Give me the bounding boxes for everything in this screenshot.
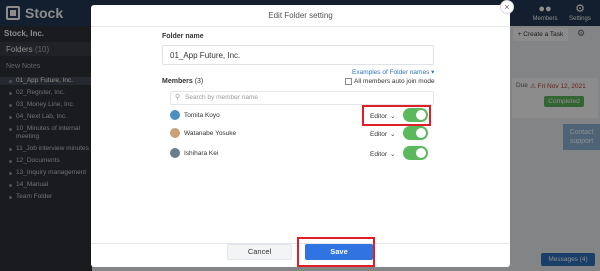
caret-down-icon: ▾	[431, 69, 435, 76]
member-toggle[interactable]	[403, 146, 428, 160]
cancel-button[interactable]: Cancel	[227, 244, 292, 260]
folder-name-label: Folder name	[162, 33, 204, 40]
member-row: Watanabe Yosuke Editor ⌄	[170, 126, 434, 144]
toggle-knob	[416, 148, 426, 158]
avatar	[170, 148, 180, 158]
edit-folder-modal: Edit Folder setting Folder name Examples…	[91, 5, 510, 267]
auto-join-label: All members auto join mode	[354, 78, 435, 85]
member-toggle[interactable]	[403, 126, 428, 140]
avatar	[170, 110, 180, 120]
member-name: Ishihara Kei	[184, 150, 219, 157]
examples-link[interactable]: Examples of Folder names ▾	[352, 68, 434, 76]
member-name: Tomita Koyo	[184, 112, 220, 119]
member-row: Ishihara Kei Editor ⌄	[170, 146, 434, 164]
highlight-box-role-toggle	[362, 105, 431, 126]
chevron-down-icon: ⌄	[389, 151, 396, 158]
role-select[interactable]: Editor ⌄	[370, 130, 395, 138]
close-icon[interactable]: ×	[500, 0, 514, 14]
auto-join-checkbox[interactable]: All members auto join mode	[345, 78, 435, 85]
member-name: Watanabe Yosuke	[184, 130, 237, 137]
modal-title: Edit Folder setting	[91, 5, 510, 27]
search-placeholder: Search by member name	[185, 94, 258, 101]
checkbox-icon[interactable]	[345, 78, 352, 85]
chevron-down-icon: ⌄	[389, 131, 396, 138]
folder-name-input[interactable]	[162, 45, 434, 65]
avatar	[170, 128, 180, 138]
highlight-box-save	[297, 237, 375, 267]
member-search-input[interactable]: ⚲ Search by member name	[170, 91, 434, 105]
search-icon: ⚲	[175, 94, 181, 101]
role-select[interactable]: Editor ⌄	[370, 150, 395, 158]
members-label: Members (3)	[162, 78, 204, 85]
toggle-knob	[416, 128, 426, 138]
